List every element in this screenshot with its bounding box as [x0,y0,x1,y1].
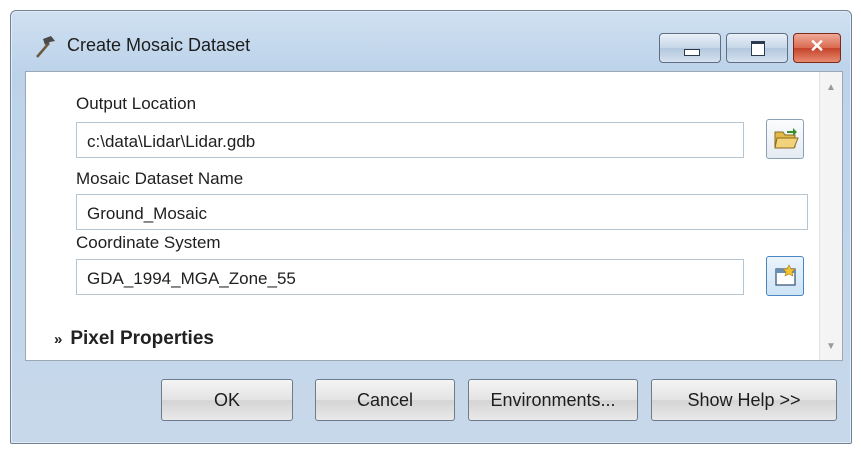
mosaic-name-input[interactable]: Ground_Mosaic [76,194,808,230]
close-button[interactable]: ✕ [793,33,841,63]
pixel-properties-expander[interactable]: » Pixel Properties [54,328,214,350]
show-help-button[interactable]: Show Help >> [651,379,837,421]
maximize-button[interactable] [726,33,788,63]
minimize-button[interactable] [659,33,721,63]
spatial-reference-icon [775,264,796,286]
coordinate-system-input[interactable]: GDA_1994_MGA_Zone_55 [76,259,744,295]
cancel-button[interactable]: Cancel [315,379,455,421]
hammer-icon [31,33,57,59]
vertical-scrollbar[interactable]: ▲ ▼ [819,72,842,360]
scroll-down-icon[interactable]: ▼ [820,341,842,352]
output-location-input[interactable]: c:\data\Lidar\Lidar.gdb [76,122,744,158]
open-folder-icon [774,128,799,149]
spatial-reference-button[interactable] [766,256,804,296]
output-location-label: Output Location [76,94,197,113]
pixel-properties-label: Pixel Properties [70,328,214,349]
dialog-window: Create Mosaic Dataset ✕ Output Location … [10,10,852,444]
window-title: Create Mosaic Dataset [67,35,251,55]
close-icon: ✕ [809,36,825,56]
ok-button[interactable]: OK [161,379,293,421]
minimize-icon [684,49,700,56]
scroll-up-icon[interactable]: ▲ [820,82,842,93]
expand-chevron-icon: » [54,331,63,348]
maximize-icon [751,41,765,56]
browse-folder-button[interactable] [766,119,804,159]
environments-button[interactable]: Environments... [468,379,638,421]
coordinate-system-label: Coordinate System [76,233,221,252]
title-bar[interactable]: Create Mosaic Dataset ✕ [11,11,851,71]
mosaic-name-label: Mosaic Dataset Name [76,169,244,188]
parameters-panel: Output Location c:\data\Lidar\Lidar.gdb … [25,71,843,361]
